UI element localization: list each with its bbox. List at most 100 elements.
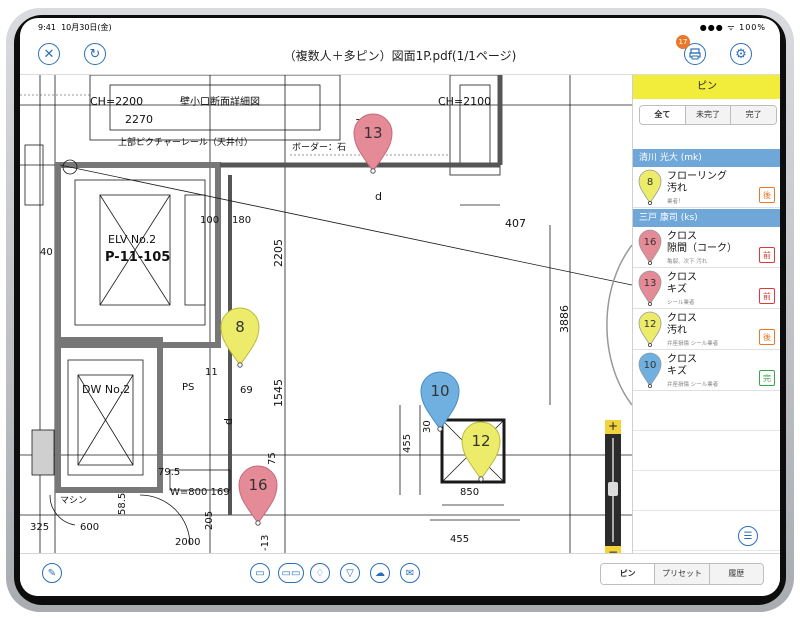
- pin-row-8-tag: 後: [759, 187, 775, 203]
- svg-text:8: 8: [647, 177, 653, 188]
- label-100: 100: [200, 215, 219, 226]
- svg-text:10: 10: [644, 360, 657, 371]
- label-455-h: 455: [450, 534, 469, 545]
- mode-preset[interactable]: プリセット: [655, 564, 710, 584]
- label-2270: 2270: [125, 113, 153, 126]
- label-d: d: [222, 418, 235, 425]
- chat-icon: ☁: [375, 567, 385, 579]
- pin-16-icon: 16: [638, 229, 662, 265]
- layout-button[interactable]: ▭: [250, 563, 270, 583]
- pin-row-10-sub: 弁座損傷 シール業者: [667, 382, 719, 388]
- pin-row-16-tag: 前: [759, 247, 775, 263]
- pin-row-12-sub: 弁座損傷 シール業者: [667, 341, 719, 347]
- filter-button[interactable]: ▽: [340, 563, 360, 583]
- multi-window-icon: ▭▭: [281, 567, 301, 579]
- group-header-mk: 清川 光大 (mk): [633, 149, 780, 167]
- pin-12-icon: 12: [638, 311, 662, 347]
- label-600: 600: [80, 522, 99, 533]
- pin-13-icon: 13: [638, 270, 662, 306]
- label-850-h: 850: [460, 487, 479, 498]
- mode-history[interactable]: 履歴: [709, 564, 763, 584]
- pin-row-10[interactable]: 10 クロス キズ 弁座損傷 シール業者 完: [633, 350, 780, 391]
- map-pin-16-label: 16: [248, 476, 267, 494]
- label-2205: 2205: [272, 239, 285, 267]
- group-header-ks: 三戸 康司 (ks): [633, 209, 780, 227]
- pin-row-16-sub: 亀裂、次下 汚れ: [667, 259, 708, 265]
- label-75: 75: [267, 452, 278, 465]
- svg-text:16: 16: [644, 237, 657, 248]
- settings-button[interactable]: ⚙: [730, 43, 752, 65]
- zoom-out-button[interactable]: −: [605, 546, 621, 553]
- filter-incomplete[interactable]: 未完了: [685, 106, 732, 124]
- map-pin-16[interactable]: 16: [238, 465, 278, 526]
- map-pin-12-label: 12: [471, 432, 490, 450]
- pin-row-16[interactable]: 16 クロス 隙間（コーク） 亀裂、次下 汚れ 前: [633, 227, 780, 268]
- status-bar: 9:41 10月30日(金) ●●● ᯤ 100%: [20, 18, 780, 34]
- mail-button[interactable]: ✉: [400, 563, 420, 583]
- filter-complete[interactable]: 完了: [731, 106, 776, 124]
- pin-row-10-tag: 完: [759, 370, 775, 386]
- map-pin-10-label: 10: [430, 382, 449, 400]
- print-icon: [689, 48, 701, 60]
- list-button[interactable]: ☰: [738, 526, 758, 546]
- pin-sidebar: ピン 全て 未完了 完了 清川 光大 (mk) 8 フローリング 汚れ 業者！ 後…: [632, 75, 780, 553]
- label-w: W=800 169: [170, 487, 230, 498]
- svg-text:13: 13: [644, 278, 657, 289]
- nav-bar: ✕ ↻ （複数人＋多ピン）図面1P.pdf(1/1ページ) 17 ⚙: [20, 34, 780, 75]
- pin-row-12-tag: 後: [759, 329, 775, 345]
- label-rail: 上部ピクチャーレール（天井付）: [118, 136, 253, 148]
- label-border: ボーダー：石: [292, 141, 346, 153]
- label-d2: d: [375, 190, 382, 203]
- label-40: 40: [40, 247, 53, 258]
- app-screen: 9:41 10月30日(金) ●●● ᯤ 100% ✕ ↻ （複数人＋多ピン）図…: [20, 18, 780, 596]
- map-pin-8-label: 8: [235, 318, 245, 336]
- magnifier-arc: [606, 244, 632, 406]
- pin-row-13-tag: 前: [759, 288, 775, 304]
- list-icon: ☰: [743, 530, 753, 542]
- map-pin-8[interactable]: 8: [220, 307, 260, 368]
- chat-button[interactable]: ☁: [370, 563, 390, 583]
- label-58-5: 58.5: [117, 493, 128, 515]
- layout-icon: ▭: [255, 567, 265, 579]
- document-title: （複数人＋多ピン）図面1P.pdf(1/1ページ): [283, 49, 517, 63]
- filter-segment: 全て 未完了 完了: [639, 105, 777, 125]
- floor-plan-drawing: CH=2200 2270 壁小口断面詳細図 上部ピクチャーレール（天井付） ボー…: [20, 75, 632, 553]
- status-indicators: ●●● ᯤ 100%: [699, 23, 766, 32]
- pin-row-12[interactable]: 12 クロス 汚れ 弁座損傷 シール業者 後: [633, 309, 780, 350]
- zoom-in-button[interactable]: +: [605, 420, 621, 434]
- pin-row-13-sub: シール業者: [667, 300, 695, 306]
- zoom-handle[interactable]: [608, 482, 618, 496]
- mode-pin[interactable]: ピン: [601, 564, 656, 584]
- label-1545: 1545: [272, 379, 285, 407]
- zoom-slider[interactable]: + −: [605, 420, 621, 553]
- mode-segment: ピン プリセット 履歴: [600, 563, 764, 585]
- lightbulb-button[interactable]: ♢: [310, 563, 330, 583]
- label-elv-code: P-11-105: [105, 250, 170, 265]
- pin-row-8[interactable]: 8 フローリング 汚れ 業者！ 後: [633, 167, 780, 208]
- pencil-button[interactable]: ✎: [42, 563, 62, 583]
- label-2000: 2000: [175, 537, 200, 548]
- pencil-icon: ✎: [47, 567, 57, 579]
- label-325: 325: [30, 522, 49, 533]
- svg-text:12: 12: [644, 319, 657, 330]
- pin-row-13[interactable]: 13 クロス キズ シール業者 前: [633, 268, 780, 309]
- floor-plan-canvas[interactable]: CH=2200 2270 壁小口断面詳細図 上部ピクチャーレール（天井付） ボー…: [20, 75, 632, 553]
- gear-icon: ⚙: [735, 46, 747, 62]
- label-machine: マシン: [60, 496, 87, 506]
- pin-8-icon: 8: [638, 169, 662, 205]
- label-ch-right: CH=2100: [438, 95, 491, 108]
- label-ps: PS: [182, 382, 194, 393]
- label-minus-13: -13: [260, 535, 271, 551]
- notification-badge: 17: [676, 35, 690, 49]
- label-ch-left: CH=2200: [90, 95, 143, 108]
- pin-row-10-title: クロス キズ: [667, 354, 697, 377]
- multi-window-button[interactable]: ▭▭: [278, 563, 304, 583]
- label-11: 11: [205, 367, 218, 378]
- pin-row-16-title: クロス 隙間（コーク）: [667, 231, 737, 254]
- pin-row-13-title: クロス キズ: [667, 272, 697, 295]
- filter-all[interactable]: 全て: [640, 106, 686, 124]
- status-time: 9:41 10月30日(金): [38, 23, 112, 32]
- pin-row-8-title: フローリング 汚れ: [667, 171, 727, 194]
- sidebar-header: ピン: [633, 75, 780, 99]
- pin-row-12-title: クロス 汚れ: [667, 313, 697, 336]
